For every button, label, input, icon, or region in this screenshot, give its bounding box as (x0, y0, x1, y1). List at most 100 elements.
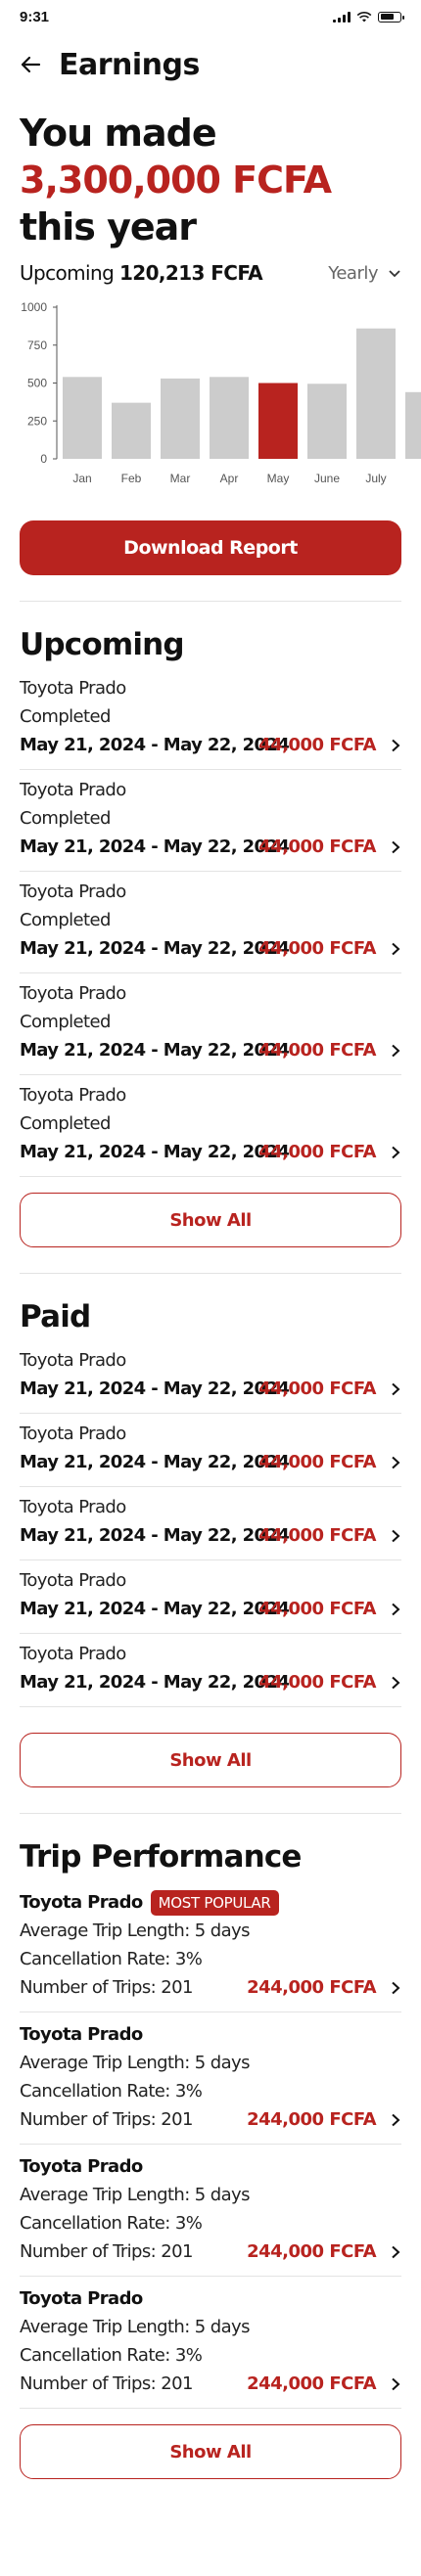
amount-row: 244,000 FCFA (247, 1973, 401, 2002)
chart-bar (112, 402, 151, 459)
trip-performance-item[interactable]: Toyota Prado Average Trip Length: 5 days C… (20, 2145, 401, 2277)
amount-row: 44,000 FCFA (258, 934, 401, 963)
back-arrow-icon[interactable] (20, 54, 41, 75)
upcoming-show-all-button[interactable]: Show All (20, 1193, 401, 1247)
trip-amount: 44,000 FCFA (258, 938, 376, 959)
upcoming-item[interactable]: Toyota Prado Completed May 21, 2024 - May … (20, 973, 401, 1075)
amount-row: 44,000 FCFA (258, 1375, 401, 1403)
x-tick-label: Jan (72, 472, 91, 485)
trip-status: Completed (20, 1012, 111, 1032)
upcoming-item[interactable]: Toyota Prado Completed May 21, 2024 - May … (20, 872, 401, 973)
amount-row: 44,000 FCFA (258, 1138, 401, 1166)
average-trip-length: Average Trip Length: 5 days (20, 2053, 250, 2073)
vehicle-name: Toyota Prado (20, 1424, 126, 1444)
chevron-right-icon (392, 942, 400, 955)
page-title: Earnings (59, 47, 200, 82)
trip-status: Completed (20, 1113, 111, 1134)
upcoming-section: Upcoming Toyota Prado Completed May 21, 20… (0, 625, 421, 1247)
upcoming-summary: Upcoming 120,213 FCFA Yearly (20, 258, 401, 288)
vehicle-name: Toyota Prado (20, 1085, 126, 1106)
chevron-right-icon (392, 1382, 400, 1395)
vehicle-row: Toyota Prado MOST POPULAR (20, 1888, 401, 1917)
chart-bar (210, 377, 249, 459)
earnings-bar-chart: JanFebMarAprMayJuneJulyA02505007501000 (21, 300, 421, 485)
divider (20, 1813, 401, 1814)
trip-performance-item[interactable]: Toyota Prado Average Trip Length: 5 days C… (20, 2012, 401, 2145)
battery-icon (378, 11, 404, 23)
trip-performance-show-all-button[interactable]: Show All (20, 2424, 401, 2479)
trip-performance-title: Trip Performance (20, 1839, 302, 1875)
trip-status: Completed (20, 808, 111, 829)
trip-performance-item[interactable]: Toyota Prado Average Trip Length: 5 days C… (20, 2277, 401, 2409)
cancellation-rate: Cancellation Rate: 3% (20, 2345, 203, 2366)
trip-performance-section: Trip Performance Toyota Prado MOST POPULA… (0, 1837, 421, 2479)
period-dropdown[interactable]: Yearly (328, 263, 401, 284)
headline-suffix: this year (20, 205, 197, 249)
trip-amount: 244,000 FCFA (247, 2373, 376, 2394)
upcoming-title: Upcoming (20, 627, 185, 662)
y-tick-label: 0 (40, 452, 47, 466)
y-tick-label: 250 (27, 414, 47, 428)
signal-icon (333, 11, 351, 23)
wifi-icon (356, 11, 372, 23)
chevron-right-icon (392, 1044, 400, 1057)
vehicle-name: Toyota Prado (20, 1892, 143, 1913)
divider (20, 1273, 401, 1274)
upcoming-item[interactable]: Toyota Prado Completed May 21, 2024 - May … (20, 1075, 401, 1177)
x-tick-label: Feb (121, 472, 142, 485)
vehicle-name: Toyota Prado (20, 678, 126, 699)
status-time: 9:31 (20, 8, 50, 25)
upcoming-list: Toyota Prado Completed May 21, 2024 - May … (0, 668, 421, 1177)
chevron-right-icon (392, 739, 400, 751)
trip-performance-item[interactable]: Toyota Prado MOST POPULAR Average Trip Len… (20, 1880, 401, 2012)
trip-amount: 244,000 FCFA (247, 1977, 376, 1998)
vehicle-name: Toyota Prado (20, 2156, 143, 2177)
paid-item[interactable]: Toyota Prado May 21, 2024 - May 22, 2024 4… (20, 1340, 401, 1414)
paid-item[interactable]: Toyota Prado May 21, 2024 - May 22, 2024 4… (20, 1560, 401, 1634)
app-header: Earnings (0, 33, 421, 96)
trip-amount: 44,000 FCFA (258, 1525, 376, 1546)
download-report-button[interactable]: Download Report (20, 520, 401, 575)
amount-row: 44,000 FCFA (258, 731, 401, 759)
paid-item[interactable]: Toyota Prado May 21, 2024 - May 22, 2024 4… (20, 1487, 401, 1560)
trip-status: Completed (20, 910, 111, 930)
paid-show-all-button[interactable]: Show All (20, 1733, 401, 1787)
trip-amount: 44,000 FCFA (258, 1378, 376, 1399)
status-bar: 9:31 (0, 0, 421, 33)
x-tick-label: June (314, 472, 340, 485)
vehicle-row: Toyota Prado (20, 2284, 401, 2313)
trip-amount: 44,000 FCFA (258, 1142, 376, 1162)
average-trip-length: Average Trip Length: 5 days (20, 2317, 250, 2337)
earnings-headline: You made 3,300,000 FCFA this year (20, 110, 401, 250)
vehicle-name: Toyota Prado (20, 2288, 143, 2309)
paid-item[interactable]: Toyota Prado May 21, 2024 - May 22, 2024 4… (20, 1634, 401, 1707)
upcoming-item[interactable]: Toyota Prado Completed May 21, 2024 - May … (20, 668, 401, 770)
chevron-right-icon (392, 2377, 400, 2390)
vehicle-name: Toyota Prado (20, 983, 126, 1004)
cancellation-rate: Cancellation Rate: 3% (20, 2213, 203, 2234)
chevron-right-icon (392, 2113, 400, 2126)
status-icons (333, 11, 404, 23)
amount-row: 44,000 FCFA (258, 1036, 401, 1064)
amount-row: 44,000 FCFA (258, 833, 401, 861)
vehicle-row: Toyota Prado (20, 2020, 401, 2049)
x-tick-label: July (365, 472, 386, 485)
vehicle-name: Toyota Prado (20, 1497, 126, 1517)
cancellation-rate: Cancellation Rate: 3% (20, 1949, 203, 1969)
paid-item[interactable]: Toyota Prado May 21, 2024 - May 22, 2024 4… (20, 1414, 401, 1487)
x-tick-label: Mar (170, 472, 191, 485)
trip-performance-list: Toyota Prado MOST POPULAR Average Trip Len… (0, 1880, 421, 2409)
upcoming-item[interactable]: Toyota Prado Completed May 21, 2024 - May … (20, 770, 401, 872)
chevron-right-icon (392, 2245, 400, 2258)
chevron-right-icon (392, 840, 400, 853)
vehicle-name: Toyota Prado (20, 1350, 126, 1371)
trip-amount: 244,000 FCFA (247, 2109, 376, 2130)
trip-amount: 44,000 FCFA (258, 1040, 376, 1061)
vehicle-name: Toyota Prado (20, 1644, 126, 1664)
chevron-right-icon (392, 1676, 400, 1689)
earnings-chart: JanFebMarAprMayJuneJulyA02505007501000 (0, 299, 421, 495)
amount-row: 44,000 FCFA (258, 1595, 401, 1623)
most-popular-badge: MOST POPULAR (150, 1890, 279, 1916)
earnings-amount: 3,300,000 FCFA (20, 158, 332, 202)
amount-row: 244,000 FCFA (247, 2237, 401, 2266)
